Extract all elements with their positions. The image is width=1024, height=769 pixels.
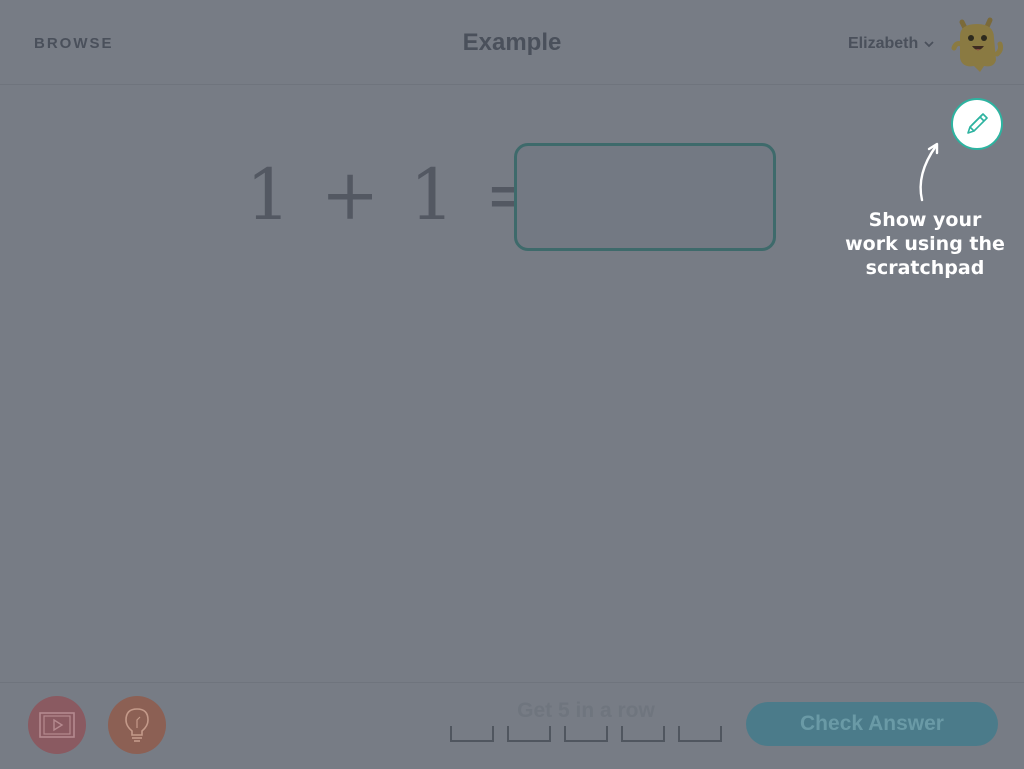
streak-slot xyxy=(507,726,551,742)
streak-slot xyxy=(621,726,665,742)
answer-input[interactable] xyxy=(514,143,776,251)
equation: 1 + 1 = xyxy=(246,154,548,236)
streak-label: Get 5 in a row xyxy=(517,699,655,722)
lightbulb-icon xyxy=(125,708,149,742)
check-answer-button[interactable]: Check Answer xyxy=(746,702,998,746)
hint-button[interactable] xyxy=(108,696,166,754)
user-name: Elizabeth xyxy=(848,35,919,52)
tip-arrow-icon xyxy=(919,142,939,202)
pencil-icon xyxy=(967,113,988,134)
streak-slot xyxy=(450,726,494,742)
streak-slot xyxy=(678,726,722,742)
monster-avatar-icon[interactable] xyxy=(950,14,1004,72)
top-bar: BROWSE Example Elizabeth xyxy=(0,0,1024,85)
user-menu[interactable]: Elizabeth xyxy=(848,35,934,53)
video-button[interactable] xyxy=(28,696,86,754)
scratchpad-button[interactable] xyxy=(951,98,1003,150)
tip-line: Show your xyxy=(868,209,982,231)
tip-line: work using the xyxy=(845,233,1005,255)
scratchpad-tip: Show your work using the scratchpad xyxy=(840,208,1010,280)
streak-slot xyxy=(564,726,608,742)
video-icon xyxy=(39,712,75,738)
chevron-down-icon xyxy=(924,41,934,48)
tip-line: scratchpad xyxy=(865,257,985,279)
